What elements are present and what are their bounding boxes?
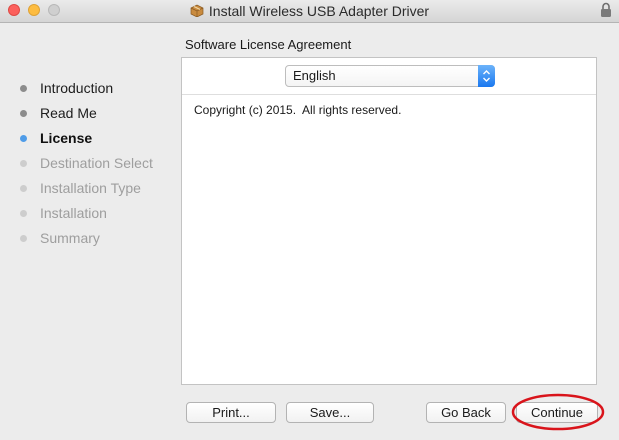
step-label: Destination Select bbox=[40, 155, 153, 171]
window-title: Install Wireless USB Adapter Driver bbox=[208, 3, 430, 19]
select-arrows-icon bbox=[478, 65, 495, 87]
page-heading: Software License Agreement bbox=[185, 37, 352, 52]
step-introduction: Introduction bbox=[17, 80, 153, 105]
step-license: License bbox=[17, 130, 153, 155]
language-select[interactable]: English bbox=[285, 65, 495, 87]
step-current-dot-icon bbox=[20, 135, 27, 142]
package-icon bbox=[190, 4, 204, 17]
continue-button[interactable]: Continue bbox=[516, 402, 598, 423]
step-label: Summary bbox=[40, 230, 100, 246]
panel-divider bbox=[182, 94, 596, 95]
step-label: Introduction bbox=[40, 80, 114, 96]
license-text: Copyright (c) 2015. All rights reserved. bbox=[194, 103, 402, 117]
step-destination-select: Destination Select bbox=[17, 155, 153, 180]
step-pending-dot-icon bbox=[20, 235, 27, 242]
lock-icon[interactable] bbox=[600, 2, 612, 18]
step-pending-dot-icon bbox=[20, 185, 27, 192]
step-label: Installation bbox=[40, 205, 107, 221]
print-button[interactable]: Print... bbox=[186, 402, 276, 423]
step-label: Read Me bbox=[40, 105, 97, 121]
step-read-me: Read Me bbox=[17, 105, 153, 130]
step-summary: Summary bbox=[17, 230, 153, 255]
step-label: License bbox=[40, 130, 93, 146]
go-back-button[interactable]: Go Back bbox=[426, 402, 506, 423]
step-installation: Installation bbox=[17, 205, 153, 230]
language-select-value: English bbox=[293, 68, 336, 83]
installer-steps-sidebar: Introduction Read Me License Destination… bbox=[17, 80, 153, 255]
step-label: Installation Type bbox=[40, 180, 141, 196]
step-completed-dot-icon bbox=[20, 85, 27, 92]
step-pending-dot-icon bbox=[20, 210, 27, 217]
step-completed-dot-icon bbox=[20, 110, 27, 117]
save-button[interactable]: Save... bbox=[286, 402, 374, 423]
license-panel: English Copyright (c) 2015. All rights r… bbox=[181, 57, 597, 385]
title-bar: Install Wireless USB Adapter Driver bbox=[0, 0, 619, 23]
step-pending-dot-icon bbox=[20, 160, 27, 167]
step-installation-type: Installation Type bbox=[17, 180, 153, 205]
window-title-area: Install Wireless USB Adapter Driver bbox=[0, 3, 619, 19]
